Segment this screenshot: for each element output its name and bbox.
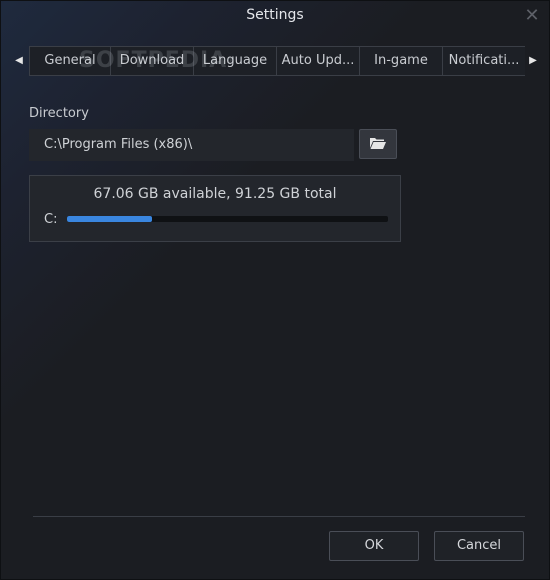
directory-label: Directory [29, 106, 89, 121]
close-icon[interactable]: ✕ [523, 7, 541, 25]
tab-bar: ◀ General Download Language Auto Upd... … [11, 46, 541, 76]
tab-language[interactable]: Language [193, 46, 277, 76]
tab-general[interactable]: General [29, 46, 111, 76]
directory-path-field[interactable]: C:\Program Files (x86)\ [29, 129, 354, 161]
disk-space-panel: 67.06 GB available, 91.25 GB total C: [29, 175, 401, 242]
disk-usage-bar [67, 216, 388, 222]
settings-window: Settings ✕ ◀ General Download Language A… [0, 0, 550, 580]
tab-download[interactable]: Download [110, 46, 194, 76]
folder-open-icon [369, 135, 387, 154]
tab-auto-update[interactable]: Auto Upd... [276, 46, 360, 76]
footer-divider [33, 516, 525, 517]
browse-folder-button[interactable] [359, 129, 397, 159]
cancel-button[interactable]: Cancel [434, 531, 524, 561]
tab-list: General Download Language Auto Upd... In… [29, 46, 525, 76]
tab-scroll-right-icon[interactable]: ▶ [525, 46, 541, 76]
tab-notifications[interactable]: Notificati... [442, 46, 525, 76]
tab-in-game[interactable]: In-game [359, 46, 443, 76]
drive-label: C: [44, 212, 58, 227]
tab-scroll-left-icon[interactable]: ◀ [11, 46, 27, 76]
disk-usage-fill [67, 216, 153, 222]
window-title: Settings [246, 7, 304, 23]
disk-space-summary: 67.06 GB available, 91.25 GB total [93, 186, 337, 202]
ok-button[interactable]: OK [329, 531, 419, 561]
